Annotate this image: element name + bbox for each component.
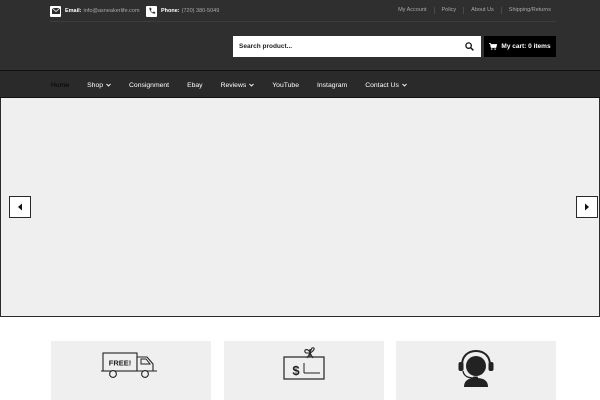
nav-item-label: Home xyxy=(51,81,70,89)
caret-right-icon xyxy=(584,198,590,216)
top-link-my-account[interactable]: My Account xyxy=(398,7,426,14)
email-value[interactable]: info@asneakerlife.com xyxy=(84,8,140,14)
svg-text:$: $ xyxy=(292,363,300,378)
nav-item-reviews[interactable]: Reviews xyxy=(221,82,255,89)
nav-item-label: Ebay xyxy=(187,81,203,89)
nav-item-label: Instagram xyxy=(316,81,348,89)
chevron-down-icon xyxy=(249,83,255,87)
search-input[interactable] xyxy=(233,36,461,57)
slider-prev-button[interactable] xyxy=(9,196,31,218)
nav-item-ebay[interactable]: Ebay xyxy=(187,82,203,89)
gift-card-icon: $ xyxy=(224,347,384,381)
nav-item-youtube[interactable]: YouTube xyxy=(272,82,299,89)
top-link-about-us[interactable]: About Us xyxy=(463,7,494,14)
main-nav: Home Shop Consignment Ebay Reviews YouTu… xyxy=(51,71,425,99)
top-bar: Email: info@asneakerlife.com Phone: (720… xyxy=(50,0,556,22)
email-label: Email: xyxy=(65,8,82,14)
chevron-down-icon xyxy=(402,83,407,87)
free-shipping-truck-icon: FREE! xyxy=(51,347,211,381)
chevron-down-icon xyxy=(106,83,111,87)
top-link-shipping-returns[interactable]: Shipping/Returns xyxy=(500,7,551,14)
top-links: My Account Policy About Us Shipping/Retu… xyxy=(398,7,551,14)
nav-item-shop[interactable]: Shop xyxy=(87,82,111,89)
top-link-policy[interactable]: Policy xyxy=(433,7,456,14)
svg-text:FREE!: FREE! xyxy=(109,359,132,368)
nav-item-contact-us[interactable]: Contact Us xyxy=(365,82,407,89)
email-contact[interactable]: Email: info@asneakerlife.com xyxy=(50,5,140,17)
nav-item-label: Shop xyxy=(87,81,104,89)
site-header: Email: info@asneakerlife.com Phone: (720… xyxy=(0,0,600,98)
feature-customer-support[interactable] xyxy=(396,341,556,400)
nav-item-home[interactable]: Home xyxy=(51,82,69,89)
slider-next-button[interactable] xyxy=(576,196,598,218)
search-icon[interactable] xyxy=(464,41,475,52)
nav-item-label: YouTube xyxy=(272,81,299,89)
nav-item-consignment[interactable]: Consignment xyxy=(129,82,169,89)
nav-item-label: Reviews xyxy=(220,81,247,89)
feature-gift-card[interactable]: $ xyxy=(224,341,384,400)
main-nav-bar: Home Shop Consignment Ebay Reviews YouTu… xyxy=(0,70,600,98)
phone-value[interactable]: (720) 380-5049 xyxy=(182,8,220,14)
feature-free-shipping[interactable]: FREE! xyxy=(51,341,211,400)
hero-slider xyxy=(0,98,600,317)
phone-icon xyxy=(146,5,157,17)
phone-label: Phone: xyxy=(161,8,180,14)
caret-left-icon xyxy=(17,198,23,216)
nav-item-label: Consignment xyxy=(129,81,170,89)
cart-icon xyxy=(489,43,498,50)
search-box xyxy=(233,36,481,57)
phone-contact[interactable]: Phone: (720) 380-5049 xyxy=(146,5,219,17)
envelope-icon xyxy=(50,5,61,17)
cart-button[interactable]: My cart: 0 items xyxy=(484,36,556,57)
customer-support-headset-icon xyxy=(396,347,556,387)
nav-item-instagram[interactable]: Instagram xyxy=(317,82,347,89)
cart-label: My cart: 0 items xyxy=(501,43,551,50)
nav-item-label: Contact Us xyxy=(365,81,399,89)
